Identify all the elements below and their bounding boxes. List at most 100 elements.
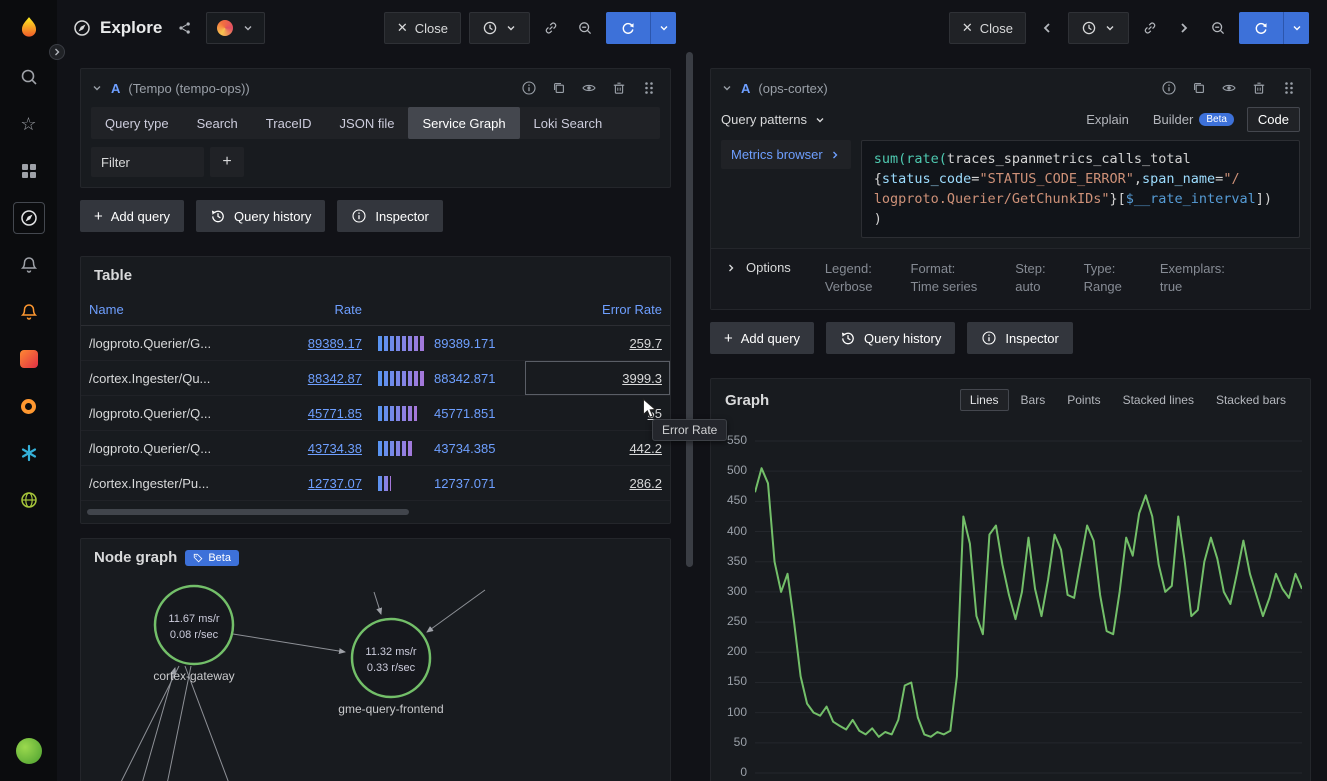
node-graph-canvas[interactable]: 11.67 ms/r0.08 r/seccortex-gateway 11.32 … [81, 576, 670, 781]
query-editor-panel-right: A (ops-cortex) Query patterns ExplainBui… [710, 68, 1311, 310]
editor-mode-code[interactable]: Code [1247, 107, 1300, 132]
close-split-button[interactable]: ✕Close [384, 12, 461, 44]
remove-query-button[interactable] [608, 72, 630, 104]
node-graph-edge [233, 634, 345, 652]
cell-rate-gauge: 12737.071 [370, 466, 525, 501]
drag-query-handle[interactable] [638, 72, 660, 104]
user-avatar[interactable] [13, 735, 45, 767]
sidebar-item-explore[interactable] [13, 202, 45, 234]
query-type-tab-json-file[interactable]: JSON file [326, 107, 409, 139]
left-pane-body: A (Tempo (tempo-ops)) Query type SearchT… [57, 56, 694, 781]
copy-link-button[interactable] [538, 12, 564, 44]
col-header-rate[interactable]: Rate [227, 294, 370, 326]
sidebar-item-ml-app[interactable] [13, 437, 45, 469]
graph-style-points[interactable]: Points [1057, 389, 1110, 411]
add-query-button[interactable]: +Add query [80, 200, 184, 232]
time-picker-button[interactable] [469, 12, 530, 44]
table-row: /logproto.Querier/Q...45771.8545771.8515… [81, 396, 670, 431]
graph-style-stacked-bars[interactable]: Stacked bars [1206, 389, 1296, 411]
sidebar-item-alerting-app[interactable] [13, 296, 45, 328]
sidebar-item-web-app[interactable] [13, 484, 45, 516]
editor-mode-explain[interactable]: Explain [1075, 107, 1140, 132]
collapse-query-icon[interactable] [91, 82, 103, 94]
sidebar-item-incident-app[interactable] [13, 343, 45, 375]
error-rate-link[interactable]: 442.2 [629, 441, 662, 456]
split-move-left-button[interactable] [1034, 12, 1060, 44]
sidebar-item-oncall-app[interactable] [13, 390, 45, 422]
drag-query-handle[interactable] [1278, 72, 1300, 104]
hide-query-button[interactable] [1218, 72, 1240, 104]
rate-link[interactable]: 45771.85 [308, 406, 362, 421]
inspector-button[interactable]: Inspector [337, 200, 442, 232]
node-graph-title: Node graph Beta [81, 549, 670, 566]
query-type-tab-service-graph[interactable]: Service Graph [408, 107, 519, 139]
run-query-caret-button[interactable] [1283, 12, 1309, 44]
datasource-picker[interactable] [206, 12, 265, 44]
run-query-main-button[interactable] [1239, 12, 1283, 44]
rate-gauge [378, 336, 426, 351]
run-query-main-button[interactable] [606, 12, 650, 44]
copy-icon [1191, 80, 1207, 96]
sidebar-expand-toggle[interactable] [49, 44, 65, 60]
query-history-button[interactable]: Query history [196, 200, 325, 232]
query-info-button[interactable] [518, 72, 540, 104]
graph-style-lines[interactable]: Lines [960, 389, 1009, 411]
cell-name: /logproto.Querier/Q... [81, 431, 227, 466]
chart-plot-area[interactable] [755, 433, 1302, 781]
error-rate-link[interactable]: 259.7 [629, 336, 662, 351]
share-shortlink-button[interactable] [172, 12, 198, 44]
remove-query-button[interactable] [1248, 72, 1270, 104]
node-graph-node[interactable]: 11.67 ms/r0.08 r/seccortex-gateway [153, 586, 234, 683]
options-toggle[interactable]: Options [725, 260, 791, 275]
sidebar-item-search[interactable] [13, 61, 45, 93]
zoom-out-button[interactable] [572, 12, 598, 44]
rate-link[interactable]: 88342.87 [308, 371, 362, 386]
copy-link-button[interactable] [1137, 12, 1163, 44]
sidebar-item-starred[interactable]: ☆ [13, 108, 45, 140]
globe-app-icon [19, 490, 39, 510]
table-horizontal-scrollbar[interactable] [87, 509, 409, 515]
duplicate-query-button[interactable] [1188, 72, 1210, 104]
query-history-button[interactable]: Query history [826, 322, 955, 354]
query-patterns-button[interactable]: Query patterns [721, 112, 826, 127]
error-rate-link[interactable]: 3999.3 [622, 371, 662, 386]
collapse-query-icon[interactable] [721, 82, 733, 94]
query-options-row[interactable]: Options Legend:VerboseFormat:Time series… [711, 248, 1310, 309]
query-info-button[interactable] [1158, 72, 1180, 104]
error-rate-link[interactable]: 286.2 [629, 476, 662, 491]
sidebar-item-alerting[interactable] [13, 249, 45, 281]
sidebar-item-dashboards[interactable] [13, 155, 45, 187]
rate-link[interactable]: 89389.17 [308, 336, 362, 351]
time-picker-button[interactable] [1068, 12, 1129, 44]
close-label: Close [980, 21, 1013, 36]
add-filter-button[interactable]: + [210, 147, 244, 177]
rate-gauge-value: 89389.171 [434, 336, 495, 351]
node-graph-node[interactable]: 11.32 ms/r0.33 r/secgme-query-frontend [338, 619, 443, 716]
graph-panel-header: Graph LinesBarsPointsStacked linesStacke… [711, 389, 1310, 411]
rate-link[interactable]: 12737.07 [308, 476, 362, 491]
filter-field[interactable]: Filter [91, 147, 204, 177]
zoom-out-button[interactable] [1205, 12, 1231, 44]
duplicate-query-button[interactable] [548, 72, 570, 104]
promql-code-editor[interactable]: sum(rate(traces_spanmetrics_calls_total{… [861, 140, 1300, 238]
time-series-chart[interactable]: 050100150200250300350400450500550 [719, 433, 1306, 781]
query-type-tab-search[interactable]: Search [183, 107, 252, 139]
hide-query-button[interactable] [578, 72, 600, 104]
query-type-tab-traceid[interactable]: TraceID [252, 107, 326, 139]
query-type-tab-loki-search[interactable]: Loki Search [520, 107, 617, 139]
col-header-error-rate[interactable]: Error Rate [525, 294, 670, 326]
grafana-logo[interactable] [11, 10, 47, 46]
inspector-button[interactable]: Inspector [967, 322, 1072, 354]
pane-scrollbar[interactable] [686, 52, 693, 567]
rate-link[interactable]: 43734.38 [308, 441, 362, 456]
split-move-right-button[interactable] [1171, 12, 1197, 44]
close-split-button[interactable]: ✕Close [949, 12, 1026, 44]
editor-mode-builder[interactable]: BuilderBeta [1142, 107, 1245, 132]
run-query-caret-button[interactable] [650, 12, 676, 44]
graph-style-bars[interactable]: Bars [1011, 389, 1056, 411]
metrics-browser-button[interactable]: Metrics browser [721, 140, 851, 169]
query-actions-row: +Add query Query history Inspector [80, 200, 671, 232]
col-header-name[interactable]: Name [81, 294, 227, 326]
add-query-button[interactable]: +Add query [710, 322, 814, 354]
graph-style-stacked-lines[interactable]: Stacked lines [1113, 389, 1204, 411]
